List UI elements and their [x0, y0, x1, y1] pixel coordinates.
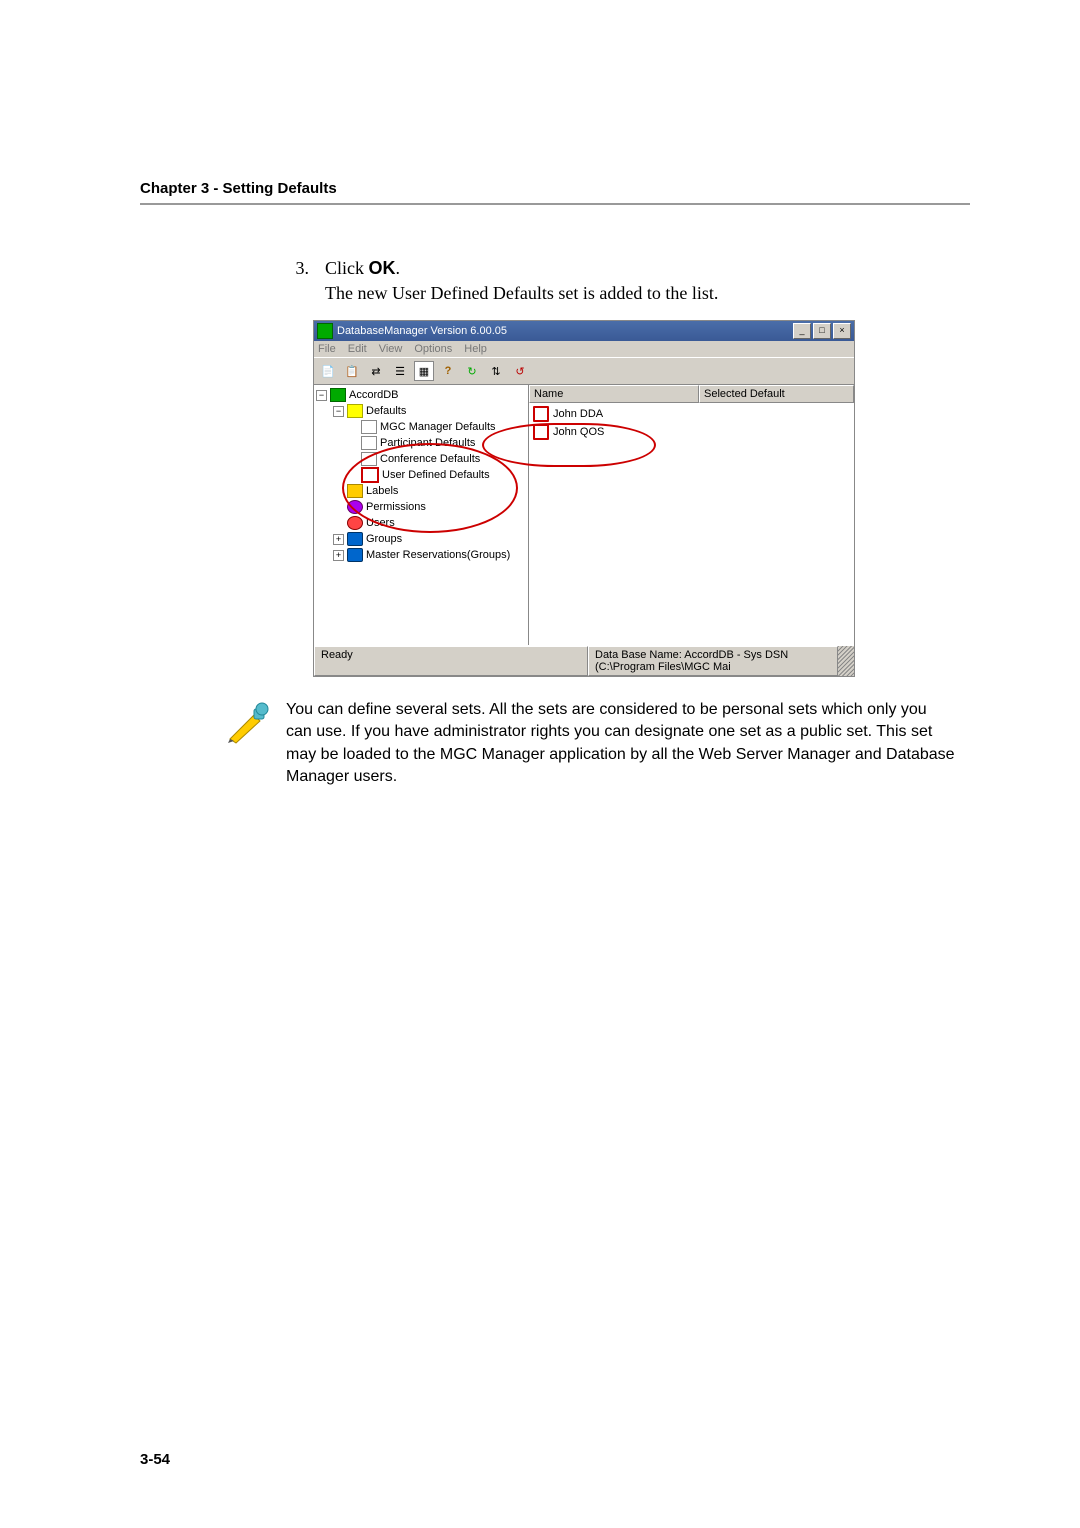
close-button[interactable]: ×: [833, 323, 851, 339]
status-left: Ready: [314, 646, 588, 676]
step-number: 3.: [285, 255, 309, 281]
tree-item-label: Users: [366, 515, 395, 531]
list-header: Name Selected Default: [529, 385, 854, 403]
step-result: The new User Defined Defaults set is add…: [325, 283, 970, 304]
status-right: Data Base Name: AccordDB - Sys DSN (C:\P…: [588, 646, 838, 676]
tree-item-label: Groups: [366, 531, 402, 547]
list-row[interactable]: John DDA: [531, 405, 852, 423]
tree-conference-defaults[interactable]: Conference Defaults: [316, 451, 526, 467]
tree-item-label: MGC Manager Defaults: [380, 419, 496, 435]
tree-master-reservations[interactable]: + Master Reservations(Groups): [316, 547, 526, 563]
tree-defaults-label: Defaults: [366, 403, 406, 419]
menu-options[interactable]: Options: [414, 343, 452, 355]
sync-icon[interactable]: ⇅: [486, 361, 506, 381]
minimize-button[interactable]: _: [793, 323, 811, 339]
doc-icon: [361, 452, 377, 466]
note-icon: [226, 699, 272, 745]
toolbar: 📄 📋 ⇄ ☰ ▦ ? ↻ ⇅ ↺: [314, 357, 854, 385]
tree-participant-defaults[interactable]: Participant Defaults: [316, 435, 526, 451]
users-icon: [347, 516, 363, 530]
tree-defaults[interactable]: − Defaults: [316, 403, 526, 419]
tree-permissions[interactable]: Permissions: [316, 499, 526, 515]
list-icon[interactable]: ☰: [390, 361, 410, 381]
menubar: File Edit View Options Help: [314, 341, 854, 357]
folder-icon: [347, 404, 363, 418]
tree-root-label: AccordDB: [349, 387, 399, 403]
column-name[interactable]: Name: [529, 385, 699, 403]
list-pane: Name Selected Default John DDA John QOS: [529, 385, 854, 645]
tree-item-label: Conference Defaults: [380, 451, 480, 467]
doc-icon: [361, 420, 377, 434]
user-defined-icon: [533, 424, 549, 440]
expander-icon[interactable]: +: [333, 550, 344, 561]
tree-users[interactable]: Users: [316, 515, 526, 531]
tree-labels[interactable]: Labels: [316, 483, 526, 499]
tree-groups[interactable]: + Groups: [316, 531, 526, 547]
tree-user-defined-defaults[interactable]: User Defined Defaults: [316, 467, 526, 483]
user-defined-icon: [361, 467, 379, 483]
chapter-header: Chapter 3 - Setting Defaults: [140, 180, 970, 197]
user-defined-icon: [533, 406, 549, 422]
tree-item-label: Participant Defaults: [380, 435, 475, 451]
tree-item-label: Master Reservations(Groups): [366, 547, 510, 563]
statusbar: Ready Data Base Name: AccordDB - Sys DSN…: [314, 645, 854, 676]
refresh-green-icon[interactable]: ↻: [462, 361, 482, 381]
doc-icon: [361, 436, 377, 450]
help-icon[interactable]: ?: [438, 361, 458, 381]
tree-item-label: Permissions: [366, 499, 426, 515]
expander-icon[interactable]: +: [333, 534, 344, 545]
maximize-button[interactable]: □: [813, 323, 831, 339]
column-selected-default[interactable]: Selected Default: [699, 385, 854, 403]
chapter-rule: [140, 203, 970, 205]
tree-item-label: User Defined Defaults: [382, 467, 490, 483]
permissions-icon: [347, 500, 363, 514]
tree-item-label: Labels: [366, 483, 398, 499]
copy-icon[interactable]: 📄: [318, 361, 338, 381]
tree-pane: − AccordDB − Defaults MGC Manager Defaul…: [314, 385, 529, 645]
menu-help[interactable]: Help: [464, 343, 487, 355]
menu-edit[interactable]: Edit: [348, 343, 367, 355]
database-icon: [330, 388, 346, 402]
network-icon[interactable]: ⇄: [366, 361, 386, 381]
expander-icon[interactable]: −: [333, 406, 344, 417]
expander-icon[interactable]: −: [316, 390, 327, 401]
list-row-name: John DDA: [553, 408, 603, 420]
step-action-prefix: Click: [325, 258, 369, 278]
note-text: You can define several sets. All the set…: [286, 699, 956, 789]
tree-mgc-manager-defaults[interactable]: MGC Manager Defaults: [316, 419, 526, 435]
step-row: 3. Click OK.: [285, 255, 970, 281]
menu-file[interactable]: File: [318, 343, 336, 355]
window-title: DatabaseManager Version 6.00.05: [337, 325, 507, 337]
step-action-bold: OK: [369, 258, 396, 278]
menu-view[interactable]: View: [379, 343, 403, 355]
step-action-suffix: .: [396, 258, 401, 278]
grid-icon[interactable]: ▦: [414, 361, 434, 381]
app-icon: [317, 323, 333, 339]
app-window: DatabaseManager Version 6.00.05 _ □ × Fi…: [313, 320, 855, 677]
titlebar: DatabaseManager Version 6.00.05 _ □ ×: [314, 321, 854, 341]
groups-icon: [347, 532, 363, 546]
label-icon: [347, 484, 363, 498]
list-row-name: John QOS: [553, 426, 604, 438]
refresh-red-icon[interactable]: ↺: [510, 361, 530, 381]
groups-icon: [347, 548, 363, 562]
resize-grip-icon[interactable]: [838, 646, 854, 676]
list-row[interactable]: John QOS: [531, 423, 852, 441]
paste-icon[interactable]: 📋: [342, 361, 362, 381]
tree-root[interactable]: − AccordDB: [316, 387, 526, 403]
page-number: 3-54: [140, 1451, 170, 1468]
